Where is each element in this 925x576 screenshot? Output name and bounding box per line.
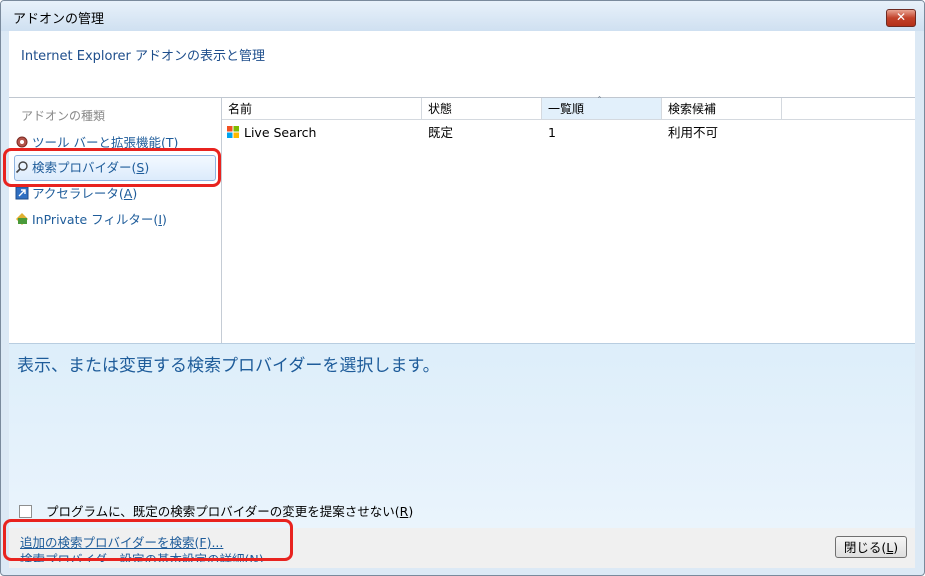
column-header-label: 一覧順: [548, 102, 585, 116]
column-header-order[interactable]: 一覧順 ˆ: [542, 96, 662, 120]
add-ons-window: アドオンの管理 ✕ Internet Explorer アドオンの表示と管理 ア…: [0, 0, 925, 576]
column-header-suggestions[interactable]: 検索候補: [662, 98, 782, 120]
window-close-button[interactable]: ✕: [886, 9, 916, 27]
provider-name: Live Search: [243, 125, 317, 140]
addon-types-sidebar: アドオンの種類 ツール バーと拡張機能(T) 検索プロバイダー(S) アクセラレ…: [9, 98, 222, 344]
prevent-change-checkbox[interactable]: [19, 505, 32, 518]
cell-status: 既定: [428, 125, 454, 140]
main-content: アドオンの種類 ツール バーと拡張機能(T) 検索プロバイダー(S) アクセラレ…: [9, 96, 915, 344]
highlight-find-more-link: [3, 519, 293, 561]
column-header-status[interactable]: 状態: [422, 98, 542, 120]
highlight-search-providers: [3, 148, 221, 187]
detail-description: 表示、または変更する検索プロバイダーを選択します。: [17, 356, 440, 376]
close-button-label: 閉じる: [843, 540, 882, 555]
access-key: I: [158, 212, 162, 227]
prevent-change-suggestion-option[interactable]: プログラムに、既定の検索プロバイダーの変更を提案させない(R): [19, 501, 413, 520]
detail-pane: 表示、または変更する検索プロバイダーを選択します。 プログラムに、既定の検索プロ…: [9, 343, 915, 529]
cell-suggestions: 利用不可: [668, 125, 719, 140]
cell-name: Live Search: [226, 122, 316, 144]
gear-icon: [16, 136, 28, 148]
access-key: R: [399, 504, 409, 519]
windows-logo-icon: [227, 126, 239, 138]
sidebar-item-inprivate[interactable]: InPrivate フィルター(I): [15, 208, 215, 232]
header-text: Internet Explorer アドオンの表示と管理: [21, 49, 266, 64]
sidebar-item-label: アクセラレータ: [32, 186, 119, 201]
accelerator-icon: [15, 186, 29, 200]
cell-order: 1: [548, 125, 556, 140]
inprivate-icon: [16, 213, 28, 225]
sort-ascending-icon: ˆ: [597, 96, 602, 107]
sidebar-title: アドオンの種類: [21, 109, 106, 123]
checkbox-label: プログラムに、既定の検索プロバイダーの変更を提案させない: [46, 504, 395, 519]
header-panel: Internet Explorer アドオンの表示と管理: [9, 31, 915, 97]
close-button[interactable]: 閉じる(L): [835, 536, 907, 558]
table-row[interactable]: Live Search 既定 1 利用不可: [222, 122, 915, 144]
column-header-name[interactable]: 名前: [222, 98, 422, 120]
window-title: アドオンの管理: [13, 12, 105, 27]
title-bar: アドオンの管理 ✕: [1, 1, 924, 31]
access-key: L: [886, 540, 894, 555]
sidebar-item-label: InPrivate フィルター: [32, 212, 154, 227]
search-provider-list: 名前 状態 一覧順 ˆ 検索候補 Live Search 既定 1 利用不可: [222, 96, 915, 344]
access-key: A: [123, 186, 133, 201]
column-header-filler: [782, 98, 915, 120]
